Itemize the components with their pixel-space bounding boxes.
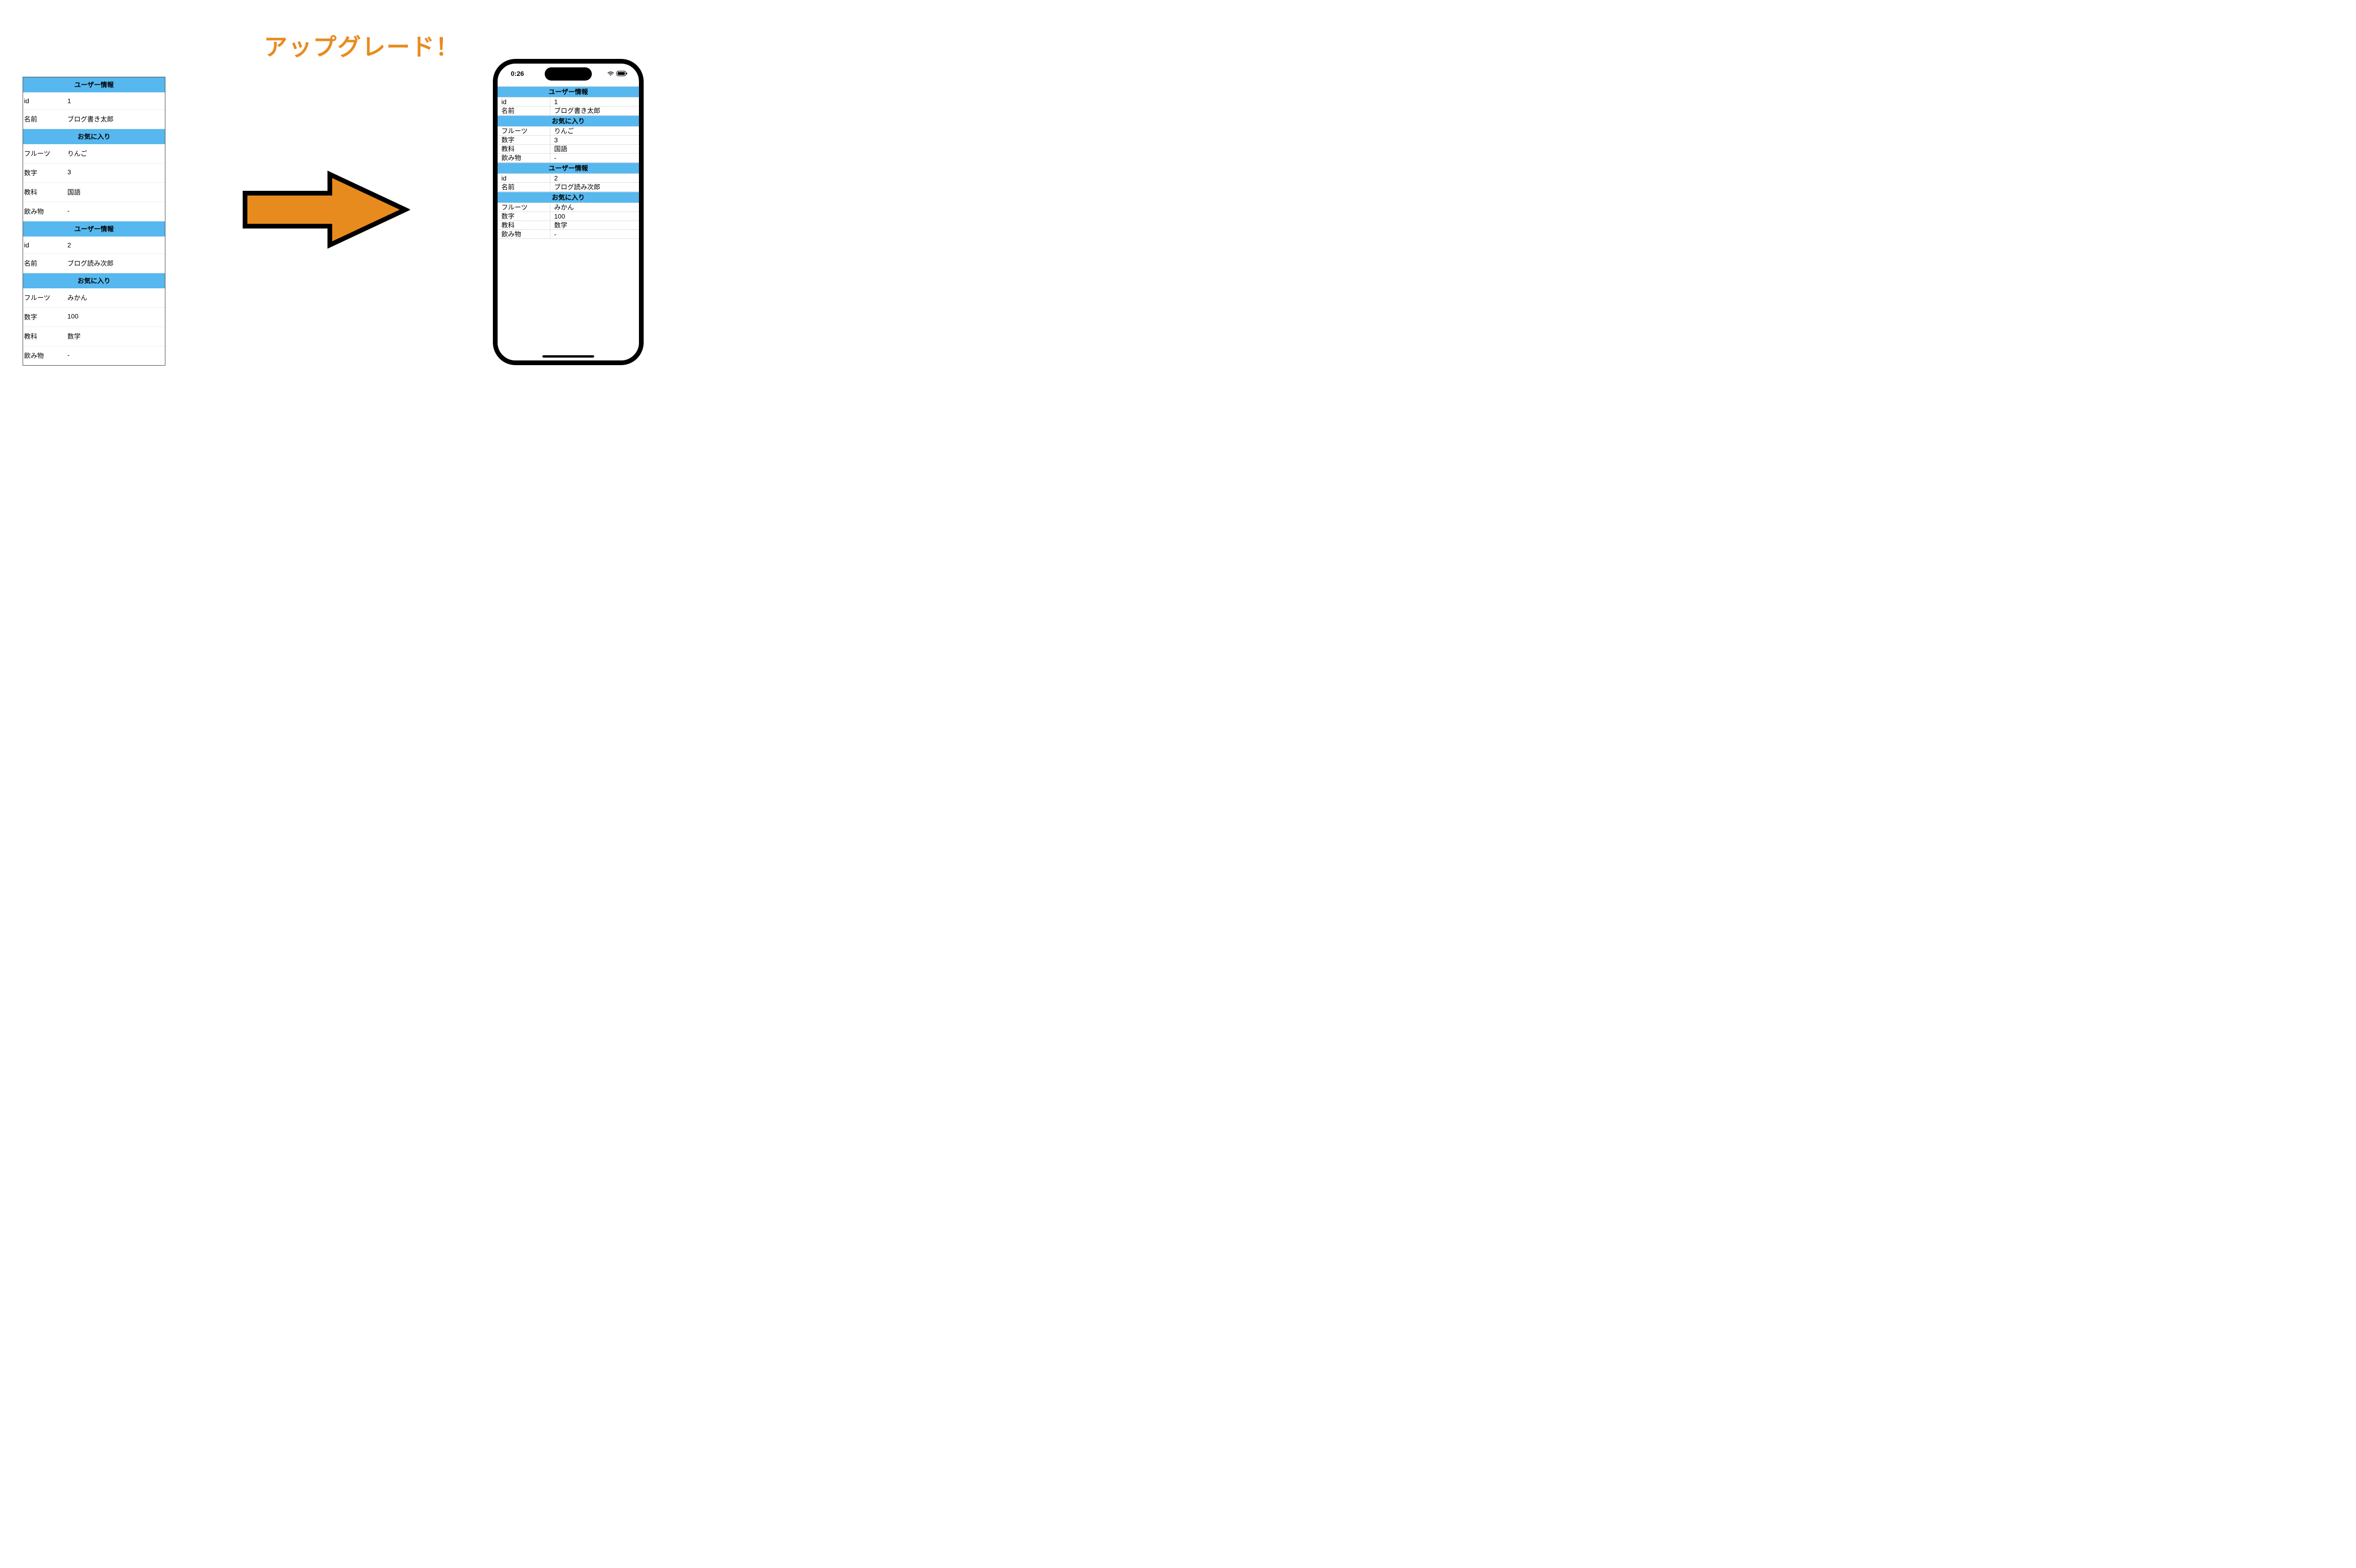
app-user1-fruit-row: フルーツ みかん [498,203,639,212]
value-user1-fruit: みかん [550,203,639,212]
label-fruit: フルーツ [23,293,67,302]
label-name: 名前 [498,183,550,191]
value-user1-subject: 数学 [67,332,165,341]
label-id: id [498,174,550,182]
battery-icon [616,71,628,76]
label-number: 数字 [498,136,550,144]
iphone-frame: 0:26 ユーザー情報 id 1 [493,59,644,365]
left-user1-fav-header: お気に入り [23,273,165,288]
value-user0-fruit: りんご [550,127,639,135]
value-user0-number: 3 [67,168,165,178]
left-user0-drink-row: 飲み物 - [23,202,165,221]
label-number: 数字 [23,168,67,178]
label-drink: 飲み物 [498,154,550,162]
label-id: id [498,98,550,106]
status-indicators [607,71,628,76]
upgrade-arrow-icon [240,170,410,252]
label-fruit: フルーツ [498,127,550,135]
app-user0-number-row: 数字 3 [498,136,639,145]
app-user0-info-header: ユーザー情報 [498,86,639,98]
value-user1-drink: - [550,230,639,238]
value-user1-name: ブログ読み次郎 [67,259,165,268]
left-user1-number-row: 数字 100 [23,308,165,327]
app-user0-drink-row: 飲み物 - [498,154,639,163]
label-drink: 飲み物 [23,207,67,216]
value-user0-drink: - [67,207,165,216]
left-user0-number-row: 数字 3 [23,163,165,183]
label-drink: 飲み物 [23,351,67,360]
app-user0-fruit-row: フルーツ りんご [498,127,639,136]
label-subject: 教科 [23,332,67,341]
app-user1-drink-row: 飲み物 - [498,230,639,239]
label-subject: 教科 [498,145,550,153]
value-user0-number: 3 [550,136,639,144]
value-user0-drink: - [550,154,639,162]
left-user0-info-header: ユーザー情報 [23,77,165,92]
page-title: アップグレード！ [264,28,460,62]
value-user1-fruit: みかん [67,293,165,302]
home-indicator[interactable] [542,355,594,358]
app-user0-id-row: id 1 [498,98,639,106]
label-fruit: フルーツ [23,149,67,158]
left-table-panel: ユーザー情報 id 1 名前 ブログ書き太郎 お気に入り フルーツ りんご 数字… [23,77,165,366]
label-drink: 飲み物 [498,230,550,238]
label-name: 名前 [498,106,550,115]
wifi-icon [607,71,614,76]
app-user0-name-row: 名前 ブログ書き太郎 [498,106,639,115]
value-user1-number: 100 [67,312,165,322]
app-user1-fav-header: お気に入り [498,192,639,203]
label-subject: 教科 [498,221,550,229]
status-time: 0:26 [511,70,524,77]
left-user1-drink-row: 飲み物 - [23,346,165,365]
dynamic-island [545,67,592,81]
left-user1-info-header: ユーザー情報 [23,221,165,237]
app-user1-subject-row: 教科 数学 [498,221,639,230]
left-user1-name-row: 名前 ブログ読み次郎 [23,254,165,273]
left-user0-subject-row: 教科 国語 [23,183,165,202]
label-subject: 教科 [23,188,67,197]
label-name: 名前 [23,259,67,268]
left-user0-fav-header: お気に入り [23,129,165,144]
label-number: 数字 [498,212,550,220]
label-number: 数字 [23,312,67,322]
app-user1-number-row: 数字 100 [498,212,639,221]
value-user1-id: 2 [67,241,165,249]
left-user1-fruit-row: フルーツ みかん [23,288,165,308]
label-id: id [23,241,67,249]
app-content[interactable]: ユーザー情報 id 1 名前 ブログ書き太郎 お気に入り フルーツ りんご 数字… [498,86,639,356]
left-user0-id-row: id 1 [23,92,165,110]
value-user0-subject: 国語 [550,145,639,153]
value-user0-id: 1 [67,97,165,105]
label-id: id [23,97,67,105]
value-user0-name: ブログ書き太郎 [550,106,639,115]
left-user0-fruit-row: フルーツ りんご [23,144,165,163]
left-user1-id-row: id 2 [23,237,165,254]
value-user0-fruit: りんご [67,149,165,158]
value-user1-drink: - [67,351,165,360]
value-user0-subject: 国語 [67,188,165,197]
value-user1-id: 2 [550,174,639,182]
label-fruit: フルーツ [498,203,550,212]
app-user1-name-row: 名前 ブログ読み次郎 [498,183,639,192]
value-user1-number: 100 [550,212,639,220]
app-user1-info-header: ユーザー情報 [498,163,639,174]
app-user0-fav-header: お気に入り [498,115,639,127]
app-user0-subject-row: 教科 国語 [498,145,639,154]
app-user1-id-row: id 2 [498,174,639,183]
value-user0-id: 1 [550,98,639,106]
left-user0-name-row: 名前 ブログ書き太郎 [23,110,165,129]
left-user1-subject-row: 教科 数学 [23,327,165,346]
label-name: 名前 [23,114,67,124]
value-user1-subject: 数学 [550,221,639,229]
value-user0-name: ブログ書き太郎 [67,114,165,124]
value-user1-name: ブログ読み次郎 [550,183,639,191]
